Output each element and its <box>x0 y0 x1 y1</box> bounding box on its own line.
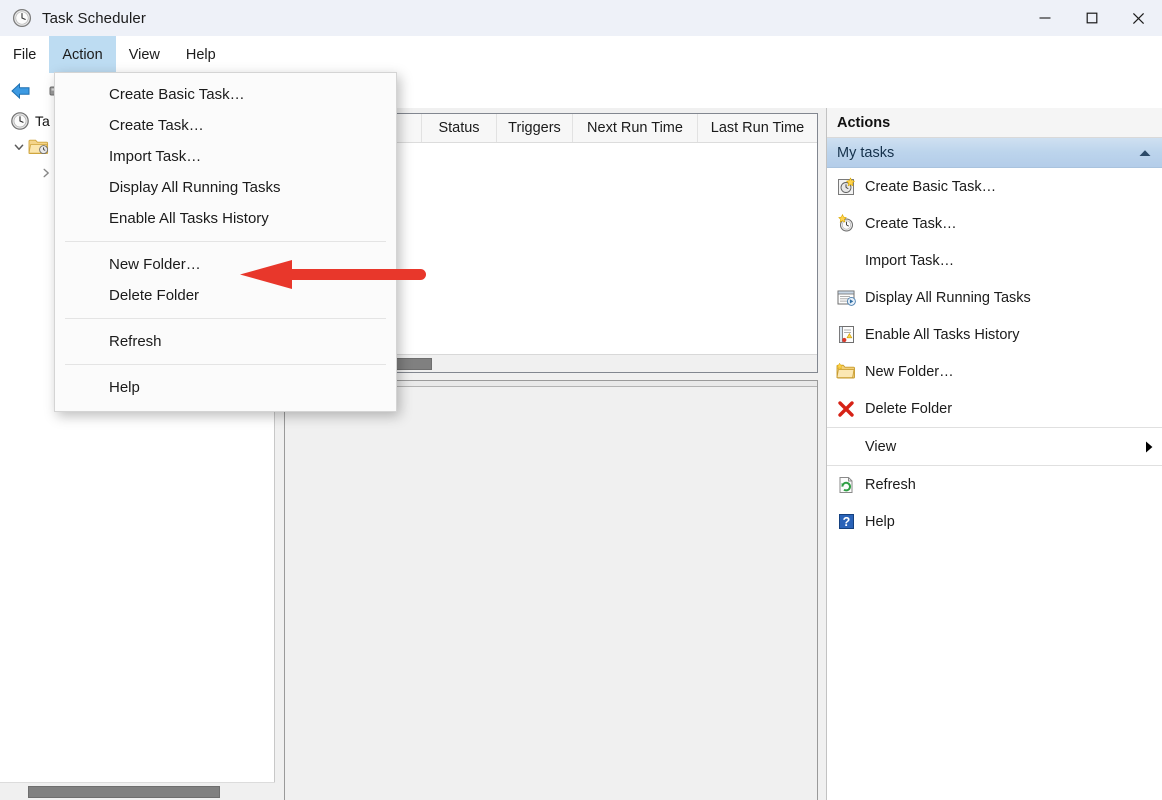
action-label: Help <box>865 513 895 530</box>
chevron-right-icon <box>1144 440 1154 454</box>
column-header-next-run-time[interactable]: Next Run Time <box>573 114 698 142</box>
menu-view[interactable]: View <box>116 36 173 73</box>
menu-action[interactable]: Action <box>49 36 116 73</box>
chevron-down-icon[interactable] <box>10 141 28 153</box>
chevron-right-icon <box>43 168 49 178</box>
action-label: Create Basic Task… <box>865 178 997 195</box>
action-new-folder[interactable]: New Folder… <box>827 353 1162 390</box>
action-refresh[interactable]: Refresh <box>827 466 1162 503</box>
action-label: Display All Running Tasks <box>865 289 1031 306</box>
actions-pane: Actions My tasks Create Basic Task… Crea… <box>826 108 1162 800</box>
actions-pane-title: Actions <box>827 108 1162 138</box>
menu-item-create-task[interactable]: Create Task… <box>55 110 396 141</box>
delete-folder-icon <box>827 399 865 419</box>
menu-item-create-basic-task[interactable]: Create Basic Task… <box>55 79 396 110</box>
column-header-triggers[interactable]: Triggers <box>497 114 573 142</box>
action-delete-folder[interactable]: Delete Folder <box>827 390 1162 427</box>
action-label: Import Task… <box>865 252 955 269</box>
tree-item-label: Ta <box>35 113 50 129</box>
title-bar: Task Scheduler <box>0 0 1162 36</box>
action-enable-all-tasks-history[interactable]: Enable All Tasks History <box>827 316 1162 353</box>
action-label: Enable All Tasks History <box>865 326 1020 343</box>
tree-hscrollbar[interactable] <box>0 782 275 800</box>
back-arrow-icon <box>11 82 30 99</box>
action-menu-dropdown: Create Basic Task… Create Task… Import T… <box>54 72 397 412</box>
action-label: Refresh <box>865 476 916 493</box>
action-create-task[interactable]: Create Task… <box>827 205 1162 242</box>
menu-item-help[interactable]: Help <box>55 372 396 403</box>
help-icon: ? <box>827 512 865 531</box>
create-task-icon <box>827 213 865 234</box>
folder-clock-icon <box>28 139 49 155</box>
chevron-up-icon[interactable] <box>1138 148 1152 158</box>
action-view[interactable]: View <box>827 428 1162 465</box>
minimize-icon <box>1039 17 1050 19</box>
menu-item-delete-folder[interactable]: Delete Folder <box>55 280 396 311</box>
menu-item-refresh[interactable]: Refresh <box>55 326 396 357</box>
action-label: Create Task… <box>865 215 957 232</box>
menu-item-new-folder[interactable]: New Folder… <box>55 249 396 280</box>
menu-help[interactable]: Help <box>173 36 229 73</box>
menu-separator <box>65 364 386 365</box>
close-button[interactable] <box>1115 0 1162 36</box>
menu-item-import-task[interactable]: Import Task… <box>55 141 396 172</box>
create-basic-task-icon <box>827 176 865 197</box>
action-import-task[interactable]: Import Task… <box>827 242 1162 279</box>
new-folder-icon <box>827 362 865 381</box>
window-title: Task Scheduler <box>42 9 146 27</box>
menu-separator <box>65 318 386 319</box>
action-label: View <box>865 438 897 455</box>
task-scheduler-window: Task Scheduler File Action View Help Ta … <box>0 0 1162 800</box>
menu-bar: File Action View Help <box>0 36 1162 74</box>
actions-group-label: My tasks <box>837 144 895 161</box>
clock-icon <box>11 112 29 130</box>
close-icon <box>1132 12 1145 24</box>
svg-text:?: ? <box>842 515 850 529</box>
maximize-icon <box>1086 12 1097 24</box>
tree-hscrollbar-thumb[interactable] <box>28 786 220 798</box>
menu-file[interactable]: File <box>0 36 49 73</box>
refresh-icon <box>827 475 865 495</box>
menu-item-enable-all-tasks-history[interactable]: Enable All Tasks History <box>55 203 396 234</box>
column-header-last-run-time[interactable]: Last Run Time <box>698 114 817 142</box>
history-icon <box>827 324 865 345</box>
window-controls <box>1021 0 1162 36</box>
menu-separator <box>65 241 386 242</box>
action-help[interactable]: ? Help <box>827 503 1162 540</box>
column-header-status[interactable]: Status <box>422 114 497 142</box>
maximize-button[interactable] <box>1068 0 1115 36</box>
action-label: Delete Folder <box>865 400 953 417</box>
menu-item-display-all-running-tasks[interactable]: Display All Running Tasks <box>55 172 396 203</box>
back-button[interactable] <box>4 76 38 106</box>
clock-icon <box>12 8 32 28</box>
minimize-button[interactable] <box>1021 0 1068 36</box>
actions-group-my-tasks[interactable]: My tasks <box>827 138 1162 168</box>
task-detail-pane <box>284 380 818 800</box>
running-tasks-icon <box>827 287 865 308</box>
action-display-all-running-tasks[interactable]: Display All Running Tasks <box>827 279 1162 316</box>
action-label: New Folder… <box>865 363 954 380</box>
action-create-basic-task[interactable]: Create Basic Task… <box>827 168 1162 205</box>
